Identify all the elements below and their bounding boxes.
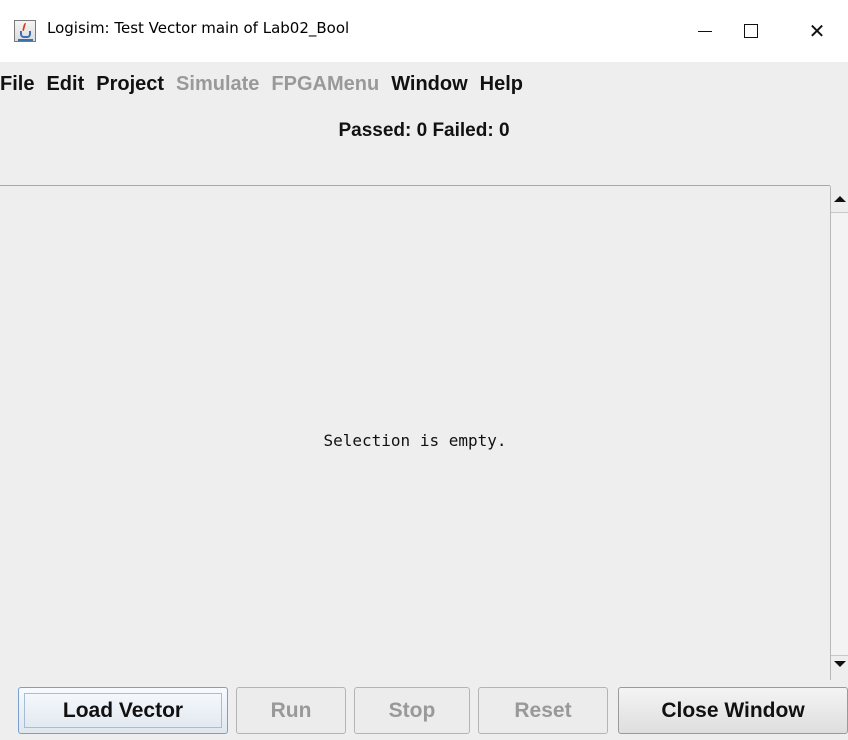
title-bar[interactable]: Logisim: Test Vector main of Lab02_Bool … — [0, 0, 848, 62]
java-app-icon — [14, 20, 36, 42]
minimize-button[interactable] — [682, 12, 728, 50]
menu-file[interactable]: File — [0, 66, 40, 102]
maximize-button[interactable] — [728, 12, 774, 50]
run-button[interactable]: Run — [236, 687, 346, 734]
close-window-label: Close Window — [661, 698, 805, 722]
menu-simulate: Simulate — [176, 73, 260, 95]
maximize-icon — [744, 24, 758, 38]
close-icon: ✕ — [808, 19, 826, 43]
menu-bar: File Edit Project Simulate FPGAMenu Wind… — [0, 66, 848, 102]
minimize-icon — [698, 30, 712, 32]
button-bar: Load Vector Run Stop Reset Close Window — [0, 684, 848, 740]
run-label: Run — [270, 698, 312, 722]
empty-selection-message: Selection is empty. — [323, 431, 507, 450]
load-vector-label: Load Vector — [62, 698, 184, 722]
scroll-up-arrow-icon[interactable] — [834, 196, 846, 202]
test-status-label: Passed: 0 Failed: 0 — [338, 120, 510, 141]
test-vector-window: Logisim: Test Vector main of Lab02_Bool … — [0, 0, 848, 740]
menu-help[interactable]: Help — [474, 66, 529, 102]
scroll-track[interactable] — [831, 212, 848, 656]
reset-label: Reset — [514, 698, 572, 722]
java-saucer-shape — [18, 39, 33, 41]
window-title: Logisim: Test Vector main of Lab02_Bool — [47, 19, 350, 37]
java-cup-shape — [20, 31, 31, 38]
vector-content-panel: Selection is empty. — [0, 186, 830, 680]
close-window-button[interactable]: Close Window — [618, 687, 848, 734]
vertical-scrollbar[interactable] — [830, 186, 848, 680]
reset-button[interactable]: Reset — [478, 687, 608, 734]
scroll-down-arrow-icon[interactable] — [834, 661, 846, 667]
menu-window[interactable]: Window — [385, 66, 473, 102]
menu-fpgamenu: FPGAMenu — [271, 73, 380, 95]
close-button[interactable]: ✕ — [794, 12, 840, 50]
java-steam-shape — [21, 23, 29, 31]
stop-button[interactable]: Stop — [354, 687, 470, 734]
load-vector-button[interactable]: Load Vector — [18, 687, 228, 734]
menu-project[interactable]: Project — [90, 66, 170, 102]
menu-edit[interactable]: Edit — [40, 66, 90, 102]
stop-label: Stop — [388, 698, 436, 722]
